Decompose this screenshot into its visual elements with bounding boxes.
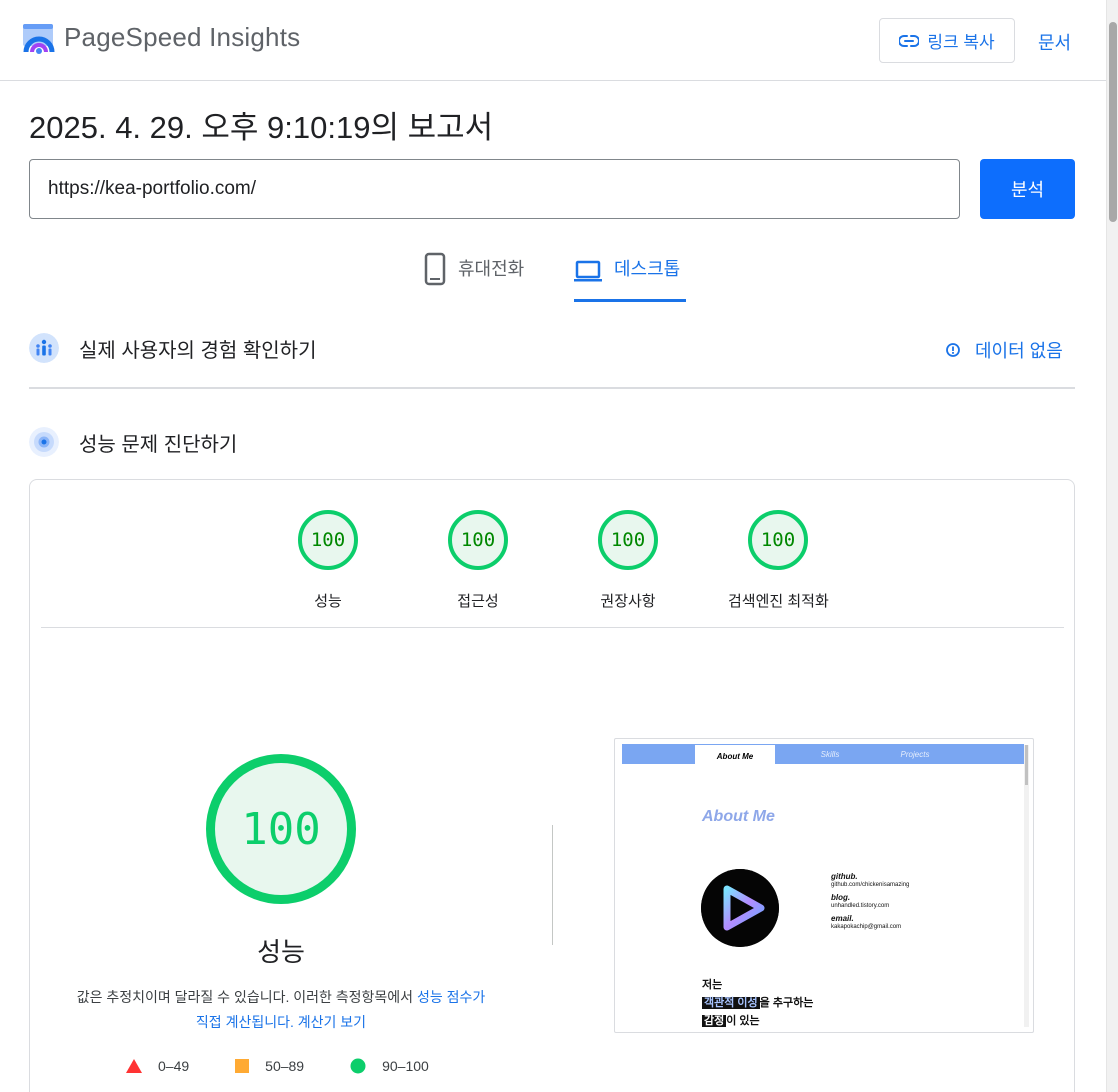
thumb-github-value: github.com/chickenisamazing — [831, 882, 910, 888]
thumb-scrollbar-track — [1024, 745, 1029, 1027]
legend-item-fail: 0–49 — [126, 1058, 189, 1074]
card-divider — [41, 627, 1064, 628]
report-card: 100 성능 100 접근성 100 권장사항 100 검색엔진 최적화 100… — [29, 479, 1075, 1092]
score-gauge-performance[interactable]: 100 성능 — [278, 510, 378, 611]
score-legend: 0–49 50–89 90–100 — [126, 1058, 429, 1074]
section-divider — [29, 387, 1075, 389]
page-scrollbar[interactable] — [1106, 0, 1118, 1092]
triangle-icon — [126, 1059, 142, 1073]
thumb-intro-text: 저는 객관적 이성 을 추구하는 감정 이 있는 — [702, 976, 813, 1030]
score-label: 권장사항 — [600, 593, 656, 610]
crux-section-header: 실제 사용자의 경험 확인하기 — [29, 333, 316, 363]
laptop-icon — [574, 260, 602, 282]
thumb-intro-line2: 객관적 이성 을 추구하는 — [702, 994, 813, 1012]
performance-big-gauge: 100 — [206, 754, 356, 904]
crux-section-title: 실제 사용자의 경험 확인하기 — [79, 339, 317, 362]
report-title: 2025. 4. 29. 오후 9:10:19의 보고서 — [29, 110, 494, 145]
score-value: 100 — [748, 510, 808, 570]
square-icon — [235, 1059, 250, 1073]
legend-range: 90–100 — [382, 1058, 429, 1074]
desc-text: 값은 추정치이며 달라질 수 있습니다. 이러한 측정항목에서 — [76, 989, 417, 1005]
score-gauge-seo[interactable]: 100 검색엔진 최적화 — [728, 510, 829, 611]
thumb-email-label: email. — [831, 914, 854, 923]
thumb-tab-projects: Projects — [900, 749, 930, 759]
tab-desktop[interactable]: 데스크톱 — [574, 252, 687, 302]
direct-calc-link[interactable]: 직접 계산됩니다. — [196, 1014, 294, 1030]
legend-range: 0–49 — [158, 1058, 190, 1074]
score-label: 접근성 — [457, 593, 499, 610]
tab-mobile-label: 휴대전화 — [458, 259, 525, 279]
thumb-blog-label: blog. — [831, 893, 851, 902]
score-description: 값은 추정치이며 달라질 수 있습니다. 이러한 측정항목에서 성능 점수가 직… — [40, 985, 522, 1035]
score-gauge-accessibility[interactable]: 100 접근성 — [428, 510, 528, 611]
scrollbar-thumb[interactable] — [1109, 22, 1117, 222]
copy-link-button[interactable]: 링크 복사 — [879, 18, 1015, 63]
thumb-highlight-2: 감정 — [702, 1015, 727, 1027]
thumb-email-value: kakapokachip@gmail.com — [831, 924, 902, 930]
thumb-tab-skills: Skills — [820, 749, 840, 759]
thumb-intro-line2-rest: 을 추구하는 — [759, 997, 814, 1009]
thumb-highlight-1: 객관적 이성 — [702, 997, 760, 1009]
performance-big-label: 성능 — [257, 937, 305, 967]
analyze-button[interactable]: 분석 — [980, 159, 1075, 219]
thumb-scrollbar-thumb — [1025, 745, 1028, 785]
tab-desktop-label: 데스크톱 — [614, 259, 681, 279]
thumb-page-title: About Me — [702, 808, 775, 825]
performance-score-link[interactable]: 성능 점수가 — [417, 989, 485, 1005]
top-app-bar: PageSpeed Insights 링크 복사 문서 — [0, 0, 1106, 81]
legend-item-average: 50–89 — [235, 1058, 304, 1074]
thumb-github-label: github. — [831, 872, 858, 881]
score-gauge-best-practices[interactable]: 100 권장사항 — [578, 510, 678, 611]
vertical-separator — [552, 825, 553, 945]
docs-link[interactable]: 문서 — [1038, 29, 1071, 55]
circle-icon — [350, 1058, 366, 1074]
diagnostics-section-title: 성능 문제 진단하기 — [79, 433, 238, 456]
link-icon — [899, 34, 920, 47]
score-value: 100 — [448, 510, 508, 570]
tab-mobile[interactable]: 휴대전화 — [424, 252, 524, 302]
diagnostics-section-header: 성능 문제 진단하기 — [29, 427, 237, 457]
no-data-link[interactable]: 데이터 없음 — [945, 337, 1063, 363]
thumb-intro-line3-rest: 이 있는 — [726, 1015, 760, 1027]
play-logo-icon — [701, 869, 779, 947]
users-chart-icon — [29, 333, 59, 363]
score-value: 100 — [298, 510, 358, 570]
brand-title[interactable]: PageSpeed Insights — [64, 22, 300, 53]
score-label: 성능 — [314, 593, 342, 610]
page-screenshot-thumbnail: About Me Skills Projects About Me github… — [614, 738, 1034, 1033]
smartphone-icon — [424, 252, 446, 286]
url-input[interactable] — [29, 159, 960, 219]
thumb-nav-bar: About Me Skills Projects — [622, 744, 1024, 768]
thumb-tab-about: About Me — [695, 745, 775, 768]
score-value: 100 — [598, 510, 658, 570]
legend-item-pass: 90–100 — [350, 1058, 429, 1074]
pagespeed-logo-icon[interactable] — [22, 22, 56, 56]
no-data-label: 데이터 없음 — [975, 341, 1063, 361]
thumb-intro-line3: 감정 이 있는 — [702, 1012, 813, 1030]
calculator-link[interactable]: 계산기 보기 — [298, 1014, 366, 1030]
thumb-intro-line1: 저는 — [702, 979, 723, 991]
lighthouse-radar-icon — [29, 427, 59, 457]
score-label: 검색엔진 최적화 — [728, 593, 829, 610]
thumb-blog-value: unhandled.tistory.com — [831, 903, 890, 909]
legend-range: 50–89 — [265, 1058, 305, 1074]
thumb-contacts: github. github.com/chickenisamazing blog… — [831, 869, 909, 932]
copy-link-label: 링크 복사 — [927, 33, 995, 52]
info-icon — [946, 343, 960, 357]
